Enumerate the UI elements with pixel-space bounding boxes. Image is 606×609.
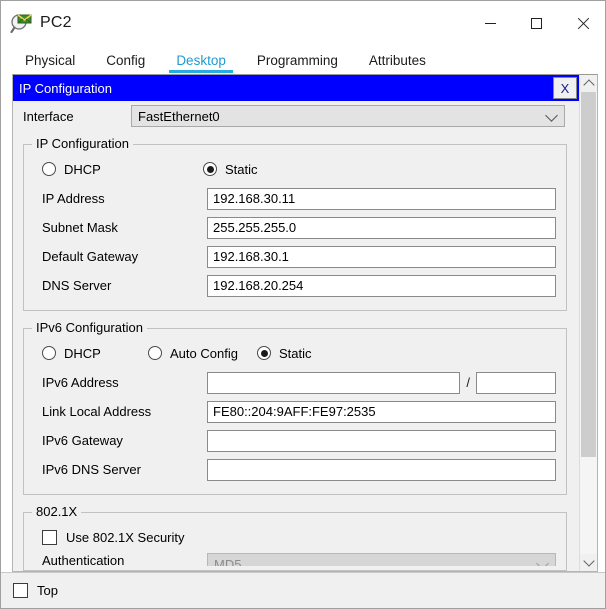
- ipv6-auto-config-radio[interactable]: Auto Config: [148, 346, 257, 361]
- ip-address-input[interactable]: 192.168.30.11: [207, 187, 556, 210]
- ipv4-static-label: Static: [225, 161, 258, 177]
- ip-configuration-scrollarea: IP Configuration X Interface FastEtherne…: [13, 75, 579, 571]
- dns-server-label: DNS Server: [42, 278, 112, 293]
- scroll-down-button[interactable]: [580, 554, 597, 571]
- chevron-up-icon: [582, 79, 595, 91]
- ipv6-address-row: IPv6 Address /: [34, 368, 556, 397]
- ipv6-dhcp-label: DHCP: [64, 345, 101, 361]
- authentication-select: MD5: [207, 553, 556, 566]
- ipv4-static-radio[interactable]: Static: [203, 162, 258, 177]
- interface-row: Interface FastEthernet0: [13, 101, 579, 131]
- authentication-row: Authentication MD5: [34, 553, 556, 566]
- ipv4-mode-row: DHCP Static: [34, 154, 556, 184]
- window-bottom-bar: Top: [1, 572, 605, 608]
- use-dot1x-security-label: Use 802.1X Security: [66, 530, 185, 545]
- tab-physical[interactable]: Physical: [15, 53, 85, 74]
- ipv6-auto-config-label: Auto Config: [170, 345, 238, 361]
- ipv6-gateway-row: IPv6 Gateway: [34, 426, 556, 455]
- authentication-select-value: MD5: [214, 556, 242, 567]
- ipv6-group-title: IPv6 Configuration: [32, 321, 147, 334]
- maximize-button[interactable]: [513, 1, 559, 45]
- dns-server-input[interactable]: 192.168.20.254: [207, 274, 556, 297]
- ipv6-dns-server-row: IPv6 DNS Server: [34, 455, 556, 484]
- link-local-address-label: Link Local Address: [42, 404, 152, 419]
- top-checkbox-row: Top: [13, 583, 58, 598]
- default-gateway-input[interactable]: 192.168.30.1: [207, 245, 556, 268]
- maximize-icon: [530, 17, 542, 29]
- use-dot1x-security-row: Use 802.1X Security: [34, 522, 556, 553]
- link-local-address-input[interactable]: FE80::204:9AFF:FE97:2535: [207, 400, 556, 423]
- window-titlebar: PC2: [1, 1, 605, 45]
- close-window-button[interactable]: [559, 1, 605, 45]
- tab-attributes[interactable]: Attributes: [359, 53, 436, 74]
- ipv6-address-input[interactable]: [207, 371, 461, 394]
- tab-desktop[interactable]: Desktop: [166, 53, 236, 74]
- ip-address-row: IP Address 192.168.30.11: [34, 184, 556, 213]
- radio-icon: [42, 162, 56, 176]
- default-gateway-row: Default Gateway 192.168.30.1: [34, 242, 556, 271]
- chevron-down-icon: [545, 109, 558, 122]
- close-ip-configuration-button[interactable]: X: [553, 77, 577, 99]
- top-checkbox[interactable]: [13, 583, 28, 598]
- interface-select-value: FastEthernet0: [138, 108, 220, 124]
- chevron-down-icon: [582, 555, 595, 567]
- ipv6-dns-server-label: IPv6 DNS Server: [42, 462, 141, 477]
- tab-config[interactable]: Config: [96, 53, 155, 74]
- ipv6-configuration-group: IPv6 Configuration DHCP Auto Config Stat…: [23, 321, 567, 495]
- ipv4-configuration-group: IP Configuration DHCP Static IP Address: [23, 137, 567, 311]
- window-controls: [467, 1, 605, 45]
- ipv6-gateway-label: IPv6 Gateway: [42, 433, 123, 448]
- scrollbar-thumb[interactable]: [581, 92, 596, 457]
- desktop-content: IP Configuration X Interface FastEtherne…: [1, 74, 605, 572]
- ipv4-dhcp-label: DHCP: [64, 161, 101, 177]
- ipv6-prefix-length-input[interactable]: [476, 371, 556, 394]
- radio-icon: [42, 346, 56, 360]
- packet-tracer-pc-icon: [10, 11, 34, 35]
- window-title: PC2: [40, 14, 72, 31]
- link-local-address-row: Link Local Address FE80::204:9AFF:FE97:2…: [34, 397, 556, 426]
- ipv6-prefix-separator: /: [466, 375, 470, 390]
- top-label: Top: [37, 583, 58, 598]
- subnet-mask-row: Subnet Mask 255.255.255.0: [34, 213, 556, 242]
- interface-label: Interface: [23, 108, 74, 124]
- minimize-button[interactable]: [467, 1, 513, 45]
- pc-device-window: PC2 Physical Config Desktop Programming …: [0, 0, 606, 609]
- minimize-icon: [484, 22, 496, 24]
- device-tabs: Physical Config Desktop Programming Attr…: [1, 45, 605, 74]
- ipv6-address-label: IPv6 Address: [42, 375, 119, 390]
- subnet-mask-label: Subnet Mask: [42, 220, 118, 235]
- radio-icon: [203, 162, 217, 176]
- ipv6-dhcp-radio[interactable]: DHCP: [42, 346, 148, 361]
- ip-configuration-caption-title: IP Configuration: [19, 80, 112, 96]
- ipv4-group-title: IP Configuration: [32, 137, 133, 150]
- dns-server-row: DNS Server 192.168.20.254: [34, 271, 556, 300]
- tab-programming[interactable]: Programming: [247, 53, 348, 74]
- interface-select[interactable]: FastEthernet0: [131, 105, 565, 127]
- ip-address-label: IP Address: [42, 191, 105, 206]
- ipv6-static-radio[interactable]: Static: [257, 346, 312, 361]
- ipv6-dns-server-input[interactable]: [207, 458, 556, 481]
- ip-configuration-panel: IP Configuration X Interface FastEtherne…: [12, 74, 598, 572]
- chevron-down-icon: [536, 557, 549, 566]
- authentication-label: Authentication: [42, 553, 125, 566]
- vertical-scrollbar[interactable]: [579, 75, 597, 571]
- ip-configuration-caption: IP Configuration X: [13, 75, 579, 101]
- radio-icon: [148, 346, 162, 360]
- dot1x-group-title: 802.1X: [32, 505, 82, 518]
- radio-icon: [257, 346, 271, 360]
- close-icon: [576, 17, 589, 30]
- ipv6-static-label: Static: [279, 345, 312, 361]
- subnet-mask-input[interactable]: 255.255.255.0: [207, 216, 556, 239]
- scrollbar-track[interactable]: [580, 92, 597, 554]
- ipv6-mode-row: DHCP Auto Config Static: [34, 338, 556, 368]
- scroll-up-button[interactable]: [580, 75, 597, 92]
- default-gateway-label: Default Gateway: [42, 249, 139, 264]
- use-dot1x-security-checkbox[interactable]: [42, 530, 57, 545]
- ipv6-gateway-input[interactable]: [207, 429, 556, 452]
- dot1x-group: 802.1X Use 802.1X Security Authenticatio…: [23, 505, 567, 571]
- ipv4-dhcp-radio[interactable]: DHCP: [42, 162, 203, 177]
